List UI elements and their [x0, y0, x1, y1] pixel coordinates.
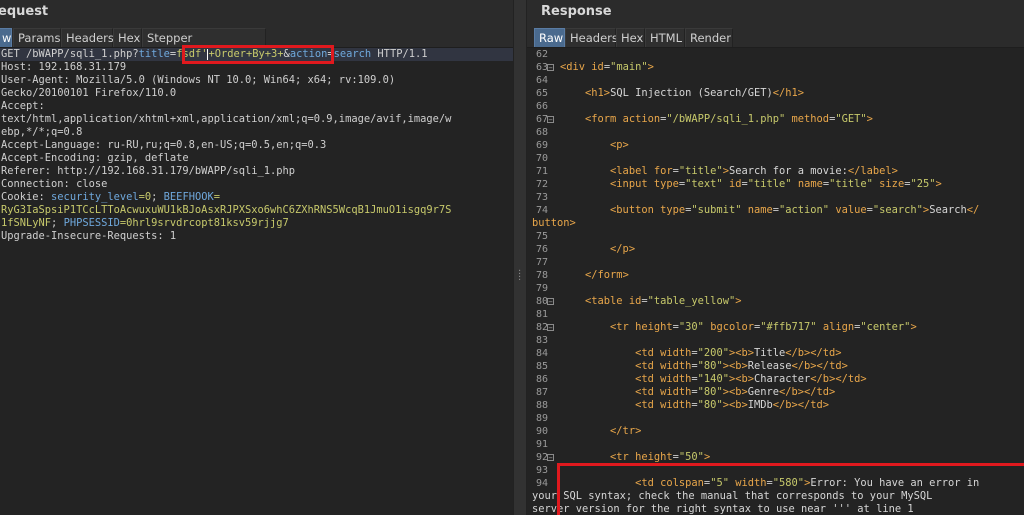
- code-line: <label for="title">Search for a movie:</…: [610, 165, 898, 177]
- header-referer: Referer: http://192.168.31.179/bWAPP/sql…: [1, 165, 296, 177]
- line-number: 83: [536, 335, 549, 346]
- line-number: 88: [536, 400, 549, 411]
- code-line: </form>: [585, 269, 629, 281]
- cookie-beefhook-value: RyG3IaSpsiP1TCcLTToAcwuxuWU1kBJoAsxRJPXS…: [1, 204, 452, 216]
- header-accept: Accept:: [1, 100, 45, 112]
- line-number: 84: [536, 348, 549, 359]
- tab-html[interactable]: HTML: [645, 28, 685, 47]
- header-accept-value: text/html,application/xhtml+xml,applicat…: [1, 113, 452, 125]
- cookie-separator: ;: [151, 191, 164, 203]
- code-line: <h1>SQL Injection (Search/GET)</h1>: [585, 87, 804, 99]
- code-line: <td width="140"><b>Character</b></td>: [635, 373, 867, 385]
- request-title: equest: [0, 4, 49, 19]
- line-number: 94: [536, 478, 549, 489]
- tab-raw[interactable]: Raw: [534, 28, 565, 47]
- cookie-security-level-value: =0: [138, 191, 152, 203]
- error-highlight-box: [557, 463, 1024, 515]
- request-method-path: GET /bWAPP/sqli_1.php?: [1, 48, 139, 60]
- header-accept-value-cont: ebp,*/*;q=0.8: [1, 126, 83, 138]
- code-line: </tr>: [610, 425, 642, 437]
- code-line: button>: [532, 217, 576, 229]
- line-number: 64: [536, 75, 549, 86]
- request-pane: equest w Params Headers Hex Stepper Repl…: [0, 0, 513, 515]
- line-number: 70: [536, 153, 549, 164]
- tab-hex[interactable]: Hex: [616, 28, 645, 47]
- cookie-security-level-name: security_level: [51, 191, 139, 203]
- line-number: 77: [536, 257, 549, 268]
- tab-raw[interactable]: w: [0, 28, 12, 47]
- code-line: <td width="200"><b>Title</b></td>: [635, 347, 842, 359]
- param-title-name: title: [138, 48, 170, 60]
- tab-params[interactable]: Params: [13, 28, 61, 47]
- line-number: 87: [536, 387, 549, 398]
- line-number: 78: [536, 270, 549, 281]
- header-user-agent: User-Agent: Mozilla/5.0 (Windows NT 10.0…: [1, 74, 396, 86]
- line-number: 75: [536, 231, 549, 242]
- fold-toggle-icon[interactable]: −: [547, 298, 554, 306]
- line-number: 74: [536, 205, 549, 216]
- line-number: 86: [536, 374, 549, 385]
- fold-toggle-icon[interactable]: −: [547, 454, 554, 462]
- code-line: <p>: [610, 139, 629, 151]
- response-pane: Response Raw Headers Hex HTML Render 62 6…: [527, 0, 1024, 515]
- header-user-agent-cont: Gecko/20100101 Firefox/110.0: [1, 87, 177, 99]
- line-number: 79: [536, 283, 549, 294]
- pane-divider[interactable]: · · · ·: [513, 0, 527, 515]
- injection-highlight-box: [182, 45, 334, 64]
- line-number: 90: [536, 426, 549, 437]
- fold-toggle-icon[interactable]: −: [547, 64, 554, 72]
- cookie-label: Cookie:: [1, 191, 52, 203]
- code-line: <td width="80"><b>IMDb</b></td>: [635, 399, 830, 411]
- code-line: </p>: [610, 243, 636, 255]
- line-number: 81: [536, 309, 549, 320]
- line-number: 69: [536, 140, 549, 151]
- code-line: <td width="80"><b>Release</b></td>: [635, 360, 848, 372]
- line-number: 91: [536, 439, 549, 450]
- cookie-phpsessid-name: PHPSESSID: [63, 217, 120, 229]
- header-accept-language: Accept-Language: ru-RU,ru;q=0.8,en-US;q=…: [1, 139, 327, 151]
- fold-toggle-icon[interactable]: −: [547, 324, 554, 332]
- tab-headers[interactable]: Headers: [565, 28, 618, 47]
- line-number: 89: [536, 413, 549, 424]
- line-number: 73: [536, 192, 549, 203]
- line-number: 62: [536, 49, 549, 60]
- request-editor[interactable]: GET /bWAPP/sqli_1.php?title=fsdf'+Order+…: [0, 45, 513, 515]
- param-action-value: search: [333, 48, 372, 60]
- code-line: <div id="main">: [560, 61, 654, 73]
- cookie-cont: 1fSNLyNF; PHPSESSID=0hrl9srvdrcopt81ksv5…: [1, 217, 289, 230]
- code-line: <table id="table_yellow">: [585, 295, 742, 307]
- line-number: 71: [536, 166, 549, 177]
- response-title: Response: [541, 4, 612, 19]
- code-line: <tr height="30" bgcolor="#ffb717" align=…: [610, 321, 917, 333]
- tab-hex[interactable]: Hex: [113, 28, 142, 47]
- response-editor[interactable]: 62 63− <div id="main"> 64 65 <h1>SQL Injecti…: [527, 48, 1024, 515]
- header-upgrade-insecure: Upgrade-Insecure-Requests: 1: [1, 230, 177, 242]
- cookie-separator-2: ;: [51, 217, 64, 229]
- code-line: <button type="submit" name="action" valu…: [610, 204, 980, 216]
- cookie-beefhook-value-cont: 1fSNLyNF: [1, 217, 52, 229]
- line-number: 93: [536, 465, 549, 476]
- line-number: 72: [536, 179, 549, 190]
- code-line: <input type="text" id="title" name="titl…: [610, 178, 942, 190]
- cookie-beefhook-name: BEEFHOOK: [163, 191, 214, 203]
- tab-headers[interactable]: Headers: [61, 28, 114, 47]
- header-accept-encoding: Accept-Encoding: gzip, deflate: [1, 152, 189, 164]
- fold-toggle-icon[interactable]: −: [547, 116, 554, 124]
- line-number: 68: [536, 127, 549, 138]
- line-number: 66: [536, 101, 549, 112]
- line-number: 76: [536, 244, 549, 255]
- cookie-beefhook-eq: =: [213, 191, 220, 203]
- request-protocol: HTTP/1.1: [371, 48, 428, 60]
- divider-grip-icon[interactable]: · · · ·: [518, 267, 521, 286]
- tab-render[interactable]: Render: [685, 28, 733, 47]
- header-connection: Connection: close: [1, 178, 108, 190]
- line-number: 65: [536, 88, 549, 99]
- header-host: Host: 192.168.31.179: [1, 61, 127, 73]
- line-number: 85: [536, 361, 549, 372]
- code-line: <form action="/bWAPP/sqli_1.php" method=…: [585, 113, 873, 125]
- code-line: <td width="80"><b>Genre</b></td>: [635, 386, 836, 398]
- cookie-phpsessid-value: =0hrl9srvdrcopt81ksv59rjjg7: [119, 217, 289, 229]
- response-tabs: Raw Headers Hex HTML Render: [527, 28, 1024, 48]
- header-cookie: Cookie: security_level=0; BEEFHOOK=: [1, 191, 220, 204]
